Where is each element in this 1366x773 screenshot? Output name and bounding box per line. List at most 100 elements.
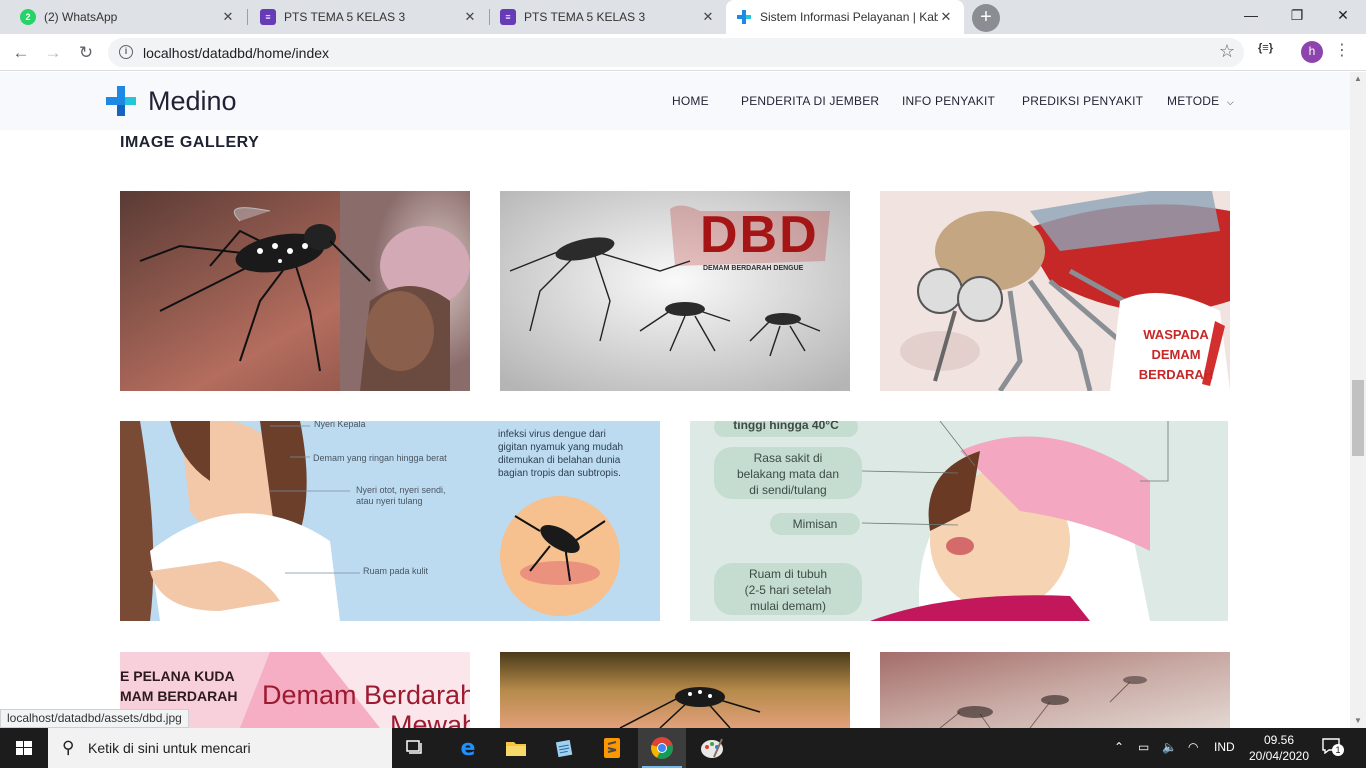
tab-label: Sistem Informasi Pelayanan | Kab	[760, 10, 938, 24]
scrollbar-thumb[interactable]	[1352, 380, 1364, 456]
banner-left-line-1: E PELANA KUDA	[120, 668, 235, 684]
chrome-icon[interactable]	[638, 728, 686, 768]
volume-icon[interactable]: 🔈	[1162, 740, 1177, 754]
tab-whatsapp[interactable]: 2 (2) WhatsApp ✕	[10, 0, 246, 34]
chevron-down-icon: ⌵	[1226, 97, 1234, 107]
pill-rash-line-3: mulai demam)	[749, 599, 827, 613]
scroll-up-arrow-icon[interactable]: ▲	[1350, 72, 1366, 86]
nav-home[interactable]: HOME	[672, 94, 709, 108]
nav-prediksi-penyakit[interactable]: PREDIKSI PENYAKIT	[1022, 94, 1143, 108]
nav-info-penyakit[interactable]: INFO PENYAKIT	[902, 94, 995, 108]
whatsapp-icon: 2	[20, 9, 36, 25]
tab-label: PTS TEMA 5 KELAS 3	[524, 10, 646, 24]
close-icon[interactable]: ✕	[220, 9, 236, 25]
site-navbar: Medino HOME PENDERITA DI JEMBER INFO PEN…	[0, 72, 1350, 130]
browser-toolbar: ← → ↻ i localhost/datadbd/home/index ☆	[0, 34, 1366, 71]
info-line-1: infeksi virus dengue dari	[498, 429, 606, 440]
file-explorer-icon[interactable]	[492, 728, 540, 768]
info-icon[interactable]: i	[119, 45, 133, 59]
taskbar-clock[interactable]: 09.56 20/04/2020	[1246, 732, 1312, 764]
forward-button[interactable]: →	[40, 40, 66, 66]
symptom-label-4: atau nyeri tulang	[356, 496, 423, 506]
notepad-icon[interactable]	[540, 728, 588, 768]
close-icon[interactable]: ✕	[700, 9, 716, 25]
symptom-pill-nosebleed: Mimisan	[770, 513, 860, 535]
banner-left-line-2: MAM BERDARAH	[120, 688, 238, 704]
status-bar-url: localhost/datadbd/assets/dbd.jpg	[0, 709, 189, 728]
symptom-pill-eye: Rasa sakit di belakang mata dan di sendi…	[714, 447, 862, 499]
banner-right-line-2: Mewab	[390, 710, 470, 728]
windows-taskbar: ⚲ Ketik di sini untuk mencari e ⌃ ▭ 🔈 ◠ …	[0, 728, 1366, 768]
tray-overflow-chevron-icon[interactable]: ⌃	[1114, 740, 1124, 754]
symptom-pill-rash: Ruam di tubuh (2-5 hari setelah mulai de…	[714, 563, 862, 615]
pill-eye-line-2: belakang mata dan	[736, 467, 840, 481]
symptom-label-3: Nyeri otot, nyeri sendi,	[356, 485, 446, 495]
dbd-poster-subtitle: DEMAM BERDARAH DENGUE	[703, 265, 804, 272]
tab-pts-2[interactable]: ≡ PTS TEMA 5 KELAS 3 ✕	[490, 0, 726, 34]
bookmark-star-icon[interactable]: ☆	[1219, 41, 1235, 62]
nav-metode[interactable]: METODE ⌵	[1167, 94, 1234, 108]
waspada-line-1: WASPADA	[1143, 327, 1209, 342]
gallery-image-dbd-poster[interactable]: DBD DEMAM BERDARAH DENGUE	[500, 191, 850, 391]
pill-rash-line-1: Ruam di tubuh	[748, 567, 828, 581]
task-view-icon[interactable]	[392, 728, 440, 768]
gallery-image-fever-infographic[interactable]: tinggi hingga 40°C Rasa sakit di belakan…	[690, 421, 1228, 621]
medino-icon	[736, 9, 752, 25]
page-title: IMAGE GALLERY	[120, 134, 260, 151]
symptom-label-5: Ruam pada kulit	[363, 566, 429, 576]
profile-avatar[interactable]: h	[1301, 41, 1323, 63]
reload-button[interactable]: ↻	[73, 40, 99, 66]
medino-logo-icon	[104, 84, 138, 118]
whatsapp-badge: 2	[25, 12, 31, 22]
page-viewport: Medino HOME PENDERITA DI JEMBER INFO PEN…	[0, 72, 1350, 728]
gallery-image-symptoms-infographic[interactable]: Nyeri Kepala Demam yang ringan hingga be…	[120, 421, 660, 621]
scroll-down-arrow-icon[interactable]: ▼	[1350, 714, 1366, 728]
extension-icon[interactable]: {≡}	[1258, 42, 1273, 54]
search-icon: ⚲	[62, 738, 75, 757]
symptom-label-2: Demam yang ringan hingga berat	[313, 453, 447, 463]
wifi-icon[interactable]: ◠	[1188, 740, 1198, 754]
clock-date: 20/04/2020	[1248, 749, 1310, 763]
address-bar[interactable]: i localhost/datadbd/home/index ☆	[108, 38, 1244, 67]
banner-right-line-1: Demam Berdarah	[262, 680, 470, 710]
pill-eye-line-3: di sendi/tulang	[749, 483, 827, 497]
tab-label: PTS TEMA 5 KELAS 3	[284, 10, 406, 24]
clock-time: 09.56	[1263, 733, 1295, 747]
new-tab-button[interactable]: +	[972, 4, 1000, 32]
taskbar-search[interactable]: ⚲ Ketik di sini untuk mencari	[48, 728, 392, 768]
close-window-button[interactable]: ✕	[1320, 0, 1366, 30]
browser-tab-strip: 2 (2) WhatsApp ✕ ≡ PTS TEMA 5 KELAS 3 ✕ …	[0, 0, 1366, 34]
dbd-poster-title: DBD	[700, 206, 819, 264]
tab-pts-1[interactable]: ≡ PTS TEMA 5 KELAS 3 ✕	[250, 0, 488, 34]
restore-button[interactable]: ❐	[1274, 0, 1320, 30]
gallery-image-mosquito-child[interactable]	[120, 191, 470, 391]
sublime-text-icon[interactable]	[588, 728, 636, 768]
gallery-image-mosquitoes-blur[interactable]	[880, 652, 1230, 728]
notification-center[interactable]: 1	[1322, 738, 1344, 758]
tab-label: (2) WhatsApp	[44, 10, 118, 24]
gallery-image-waspada-cartoon[interactable]: WASPADA DEMAM BERDARAH	[880, 191, 1230, 391]
site-logo[interactable]: Medino	[104, 84, 237, 118]
start-button[interactable]	[0, 728, 48, 768]
close-icon[interactable]: ✕	[938, 9, 954, 25]
nav-penderita[interactable]: PENDERITA DI JEMBER	[741, 94, 879, 108]
symptom-label-1: Nyeri Kepala	[314, 421, 366, 429]
site-brand: Medino	[148, 85, 237, 116]
paint-icon[interactable]	[688, 728, 736, 768]
browser-menu-icon[interactable]: ⋮	[1334, 40, 1350, 62]
close-icon[interactable]: ✕	[462, 9, 478, 25]
info-text: infeksi virus dengue dari gigitan nyamuk…	[498, 428, 623, 480]
page-scrollbar[interactable]: ▲ ▼	[1350, 72, 1366, 728]
gallery-image-mosquito-closeup[interactable]	[500, 652, 850, 728]
battery-icon[interactable]: ▭	[1138, 740, 1149, 754]
language-indicator[interactable]: IND	[1214, 740, 1235, 754]
tab-sistem-informasi[interactable]: Sistem Informasi Pelayanan | Kab ✕	[726, 0, 964, 34]
edge-browser-icon[interactable]: e	[444, 728, 492, 768]
minimize-button[interactable]: —	[1228, 0, 1274, 30]
pill-rash-line-2: (2-5 hari setelah	[744, 583, 832, 597]
address-url[interactable]: localhost/datadbd/home/index	[143, 45, 329, 61]
search-placeholder: Ketik di sini untuk mencari	[88, 740, 251, 756]
back-button[interactable]: ←	[8, 40, 34, 66]
waspada-line-3: BERDARAH	[1138, 367, 1214, 382]
waspada-line-2: DEMAM	[1151, 347, 1201, 362]
